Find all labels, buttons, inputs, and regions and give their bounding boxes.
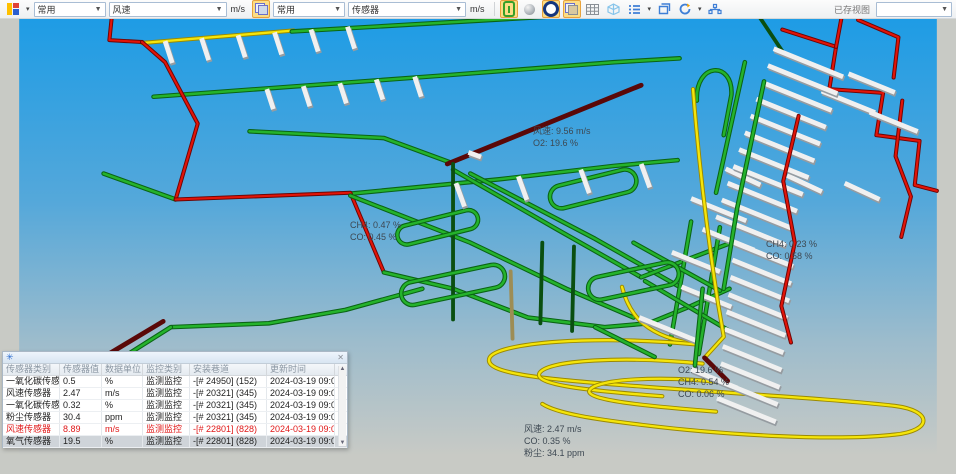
toolbar-separator [494, 2, 495, 16]
sensor-annotation: 风速: 2.47 m/sCO: 0.35 %粉尘: 34.1 ppm [524, 423, 585, 459]
ring-icon [543, 1, 559, 17]
table-row[interactable]: 粉尘传感器30.4ppm监测监控-[# 20321] (345)2024-03-… [3, 412, 347, 424]
chevron-down-icon: ▼ [216, 6, 223, 13]
windows-icon [658, 3, 671, 15]
network-relation-icon [708, 3, 722, 15]
display-type-value: 风速 [113, 3, 131, 16]
saved-views-select[interactable]: ▼ [876, 2, 952, 17]
legend-colors-icon [7, 3, 19, 15]
col-update-time[interactable]: 更新时间 [267, 364, 335, 375]
overlapping-squares-icon [255, 3, 268, 15]
saved-views-label: 已存视图 [834, 3, 870, 16]
legend-caret-icon[interactable]: ▾ [26, 5, 30, 13]
table-row-alarm[interactable]: 风速传感器8.89m/s监测监控-[# 22801] (828)2024-03-… [3, 424, 347, 436]
col-sensor-type[interactable]: 传感器类别 [3, 364, 60, 375]
chevron-down-icon: ▼ [334, 6, 341, 13]
grid-icon [586, 4, 599, 15]
legend-colors-button[interactable] [4, 0, 22, 18]
chevron-down-icon: ▼ [95, 6, 102, 13]
panel-title-bar[interactable]: ✳ ✕ [3, 352, 347, 364]
sensor-annotation: O2: 19.6 %CH4: 0.54 %CO: 0.06 % [678, 364, 729, 400]
close-icon[interactable]: ✕ [337, 354, 344, 362]
grid-button[interactable] [584, 0, 602, 18]
wireframe-button[interactable] [605, 0, 623, 18]
list-button[interactable] [626, 0, 644, 18]
refresh-button[interactable] [676, 0, 694, 18]
windows-button[interactable] [655, 0, 673, 18]
table-row[interactable]: 一氧化碳传感器0.32%监测监控-[# 20321] (345)2024-03-… [3, 400, 347, 412]
node-sphere-button[interactable] [521, 0, 539, 18]
list-caret-icon[interactable]: ▾ [648, 5, 652, 13]
col-install-roadway[interactable]: 安装巷道 [190, 364, 267, 375]
unit-label-1: m/s [231, 4, 246, 14]
chevron-down-icon: ▼ [941, 6, 948, 13]
refresh-icon [679, 3, 692, 15]
layers-icon [565, 3, 578, 15]
ring-display-button[interactable] [542, 0, 560, 18]
table-row[interactable]: 风速传感器2.47m/s监测监控-[# 20321] (345)2024-03-… [3, 388, 347, 400]
overlay-toggle-button[interactable] [252, 0, 270, 18]
sensor-annotation: 风速: 9.56 m/sO2: 19.6 % [533, 125, 591, 149]
door-pill-icon [503, 1, 515, 17]
list-icon [628, 4, 641, 15]
table-row[interactable]: 一氧化碳传感器0.5%监测监控-[# 24950] (152)2024-03-1… [3, 376, 347, 388]
chevron-down-icon: ▼ [455, 6, 462, 13]
display-category-value: 常用 [38, 3, 56, 16]
sensor-type-select[interactable]: 传感器 ▼ [348, 2, 466, 17]
sensor-type-value: 传感器 [352, 3, 379, 16]
sensor-data-panel: ✳ ✕ 传感器类别 传感器值 数据单位 监控类别 安装巷道 更新时间 一氧化碳传… [2, 351, 348, 448]
unit-label-2: m/s [470, 4, 485, 14]
display-category-select[interactable]: 常用 ▼ [34, 2, 106, 17]
table-scrollbar[interactable]: ▲ ▼ [338, 366, 346, 446]
table-header-row: 传感器类别 传感器值 数据单位 监控类别 安装巷道 更新时间 [3, 364, 347, 376]
sensor-category-value: 常用 [277, 3, 295, 16]
refresh-caret-icon[interactable]: ▾ [698, 5, 702, 13]
gate-display-button[interactable] [500, 0, 518, 18]
network-relation-button[interactable] [706, 0, 724, 18]
sphere-icon [524, 4, 535, 15]
mine-ventilation-app: ▾ 常用 ▼ 风速 ▼ m/s 常用 ▼ 传感器 ▼ m/s [0, 0, 956, 474]
col-monitor-type[interactable]: 监控类别 [143, 364, 190, 375]
wireframe-cube-icon [607, 3, 620, 15]
col-sensor-value[interactable]: 传感器值 [60, 364, 102, 375]
sensor-category-select[interactable]: 常用 ▼ [273, 2, 345, 17]
display-type-select[interactable]: 风速 ▼ [109, 2, 227, 17]
main-toolbar: ▾ 常用 ▼ 风速 ▼ m/s 常用 ▼ 传感器 ▼ m/s [0, 0, 956, 19]
panel-icon: ✳ [6, 352, 14, 363]
scroll-up-icon[interactable]: ▲ [340, 366, 346, 372]
col-data-unit[interactable]: 数据单位 [102, 364, 143, 375]
scroll-down-icon[interactable]: ▼ [340, 440, 346, 446]
sensor-annotation: CH4: 0.47 %CO: 0.45 % [350, 219, 401, 243]
sensor-annotation: CH4: 0.23 %CO: 0.58 % [766, 238, 817, 262]
layers-button[interactable] [563, 0, 581, 18]
table-row-selected[interactable]: 氧气传感器19.5%监测监控-[# 22801] (828)2024-03-19… [3, 436, 347, 448]
